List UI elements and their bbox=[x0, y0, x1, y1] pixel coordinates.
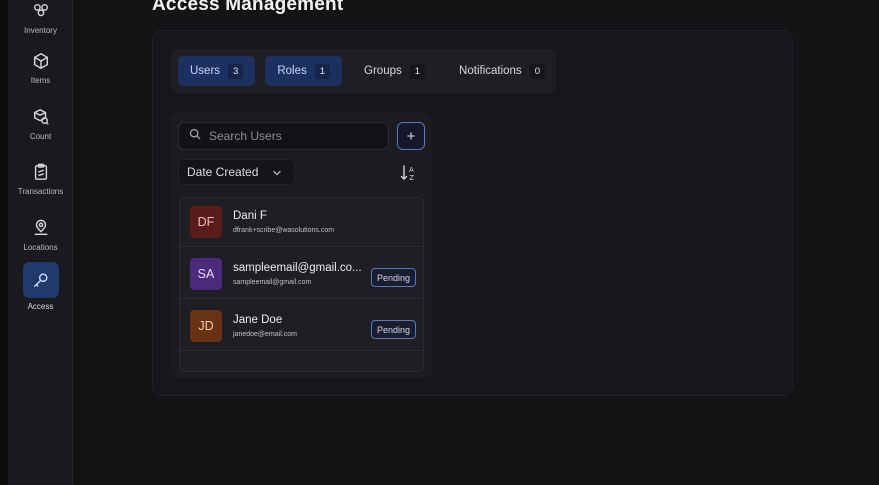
chevron-down-icon bbox=[272, 167, 282, 177]
tab-count-badge: 3 bbox=[228, 63, 244, 79]
tab-label: Groups bbox=[364, 65, 402, 77]
sidebar-item-label: Transactions bbox=[17, 187, 64, 196]
tab-count-badge: 0 bbox=[529, 63, 545, 79]
count-box-icon bbox=[30, 106, 52, 128]
sidebar-item-locations[interactable]: Locations bbox=[8, 217, 73, 252]
sidebar-item-items[interactable]: Items bbox=[8, 50, 73, 85]
tab-users[interactable]: Users 3 bbox=[178, 56, 256, 86]
sidebar: Inventory Items Count Transactions Locat bbox=[8, 0, 73, 485]
inventory-icon bbox=[30, 0, 52, 22]
sidebar-item-inventory[interactable]: Inventory bbox=[8, 0, 73, 35]
user-info: Dani F dfrank+scribe@wasolutions.com bbox=[233, 210, 363, 234]
svg-text:A: A bbox=[409, 166, 414, 174]
user-name: Jane Doe bbox=[233, 314, 283, 326]
sidebar-item-label: Count bbox=[29, 132, 52, 141]
avatar: JD bbox=[190, 310, 222, 342]
user-info: Jane Doe janedoe@email.com bbox=[233, 314, 363, 338]
search-icon bbox=[189, 127, 201, 145]
sidebar-item-count[interactable]: Count bbox=[8, 106, 73, 141]
tab-groups[interactable]: Groups 1 bbox=[352, 56, 437, 86]
access-active-highlight bbox=[22, 262, 59, 298]
user-email: dfrank+scribe@wasolutions.com bbox=[233, 227, 335, 234]
search-input[interactable] bbox=[209, 129, 379, 143]
user-row[interactable]: DF Dani F dfrank+scribe@wasolutions.com bbox=[180, 198, 423, 247]
avatar: DF bbox=[190, 206, 222, 238]
sidebar-item-transactions[interactable]: Transactions bbox=[8, 161, 73, 196]
status-badge: Pending bbox=[370, 320, 416, 339]
tab-roles[interactable]: Roles 1 bbox=[265, 56, 343, 86]
user-name: sampleemail@gmail.co... bbox=[233, 262, 362, 274]
user-email: janedoe@email.com bbox=[233, 331, 297, 338]
page-title: Access Management bbox=[152, 0, 344, 15]
sidebar-item-label: Locations bbox=[23, 243, 58, 252]
tab-count-badge: 1 bbox=[314, 63, 331, 79]
sidebar-item-label: Inventory bbox=[24, 26, 57, 35]
user-info: sampleemail@gmail.co... sampleemail@gmai… bbox=[233, 262, 363, 286]
search-field[interactable] bbox=[178, 122, 389, 150]
sidebar-item-access[interactable]: Access bbox=[8, 262, 73, 311]
sort-alpha-icon[interactable]: AZ bbox=[399, 163, 419, 183]
tab-count-badge: 1 bbox=[409, 63, 426, 79]
tab-notifications[interactable]: Notifications 0 bbox=[447, 56, 557, 86]
app-frame: Inventory Items Count Transactions Locat bbox=[8, 0, 879, 485]
user-name: Dani F bbox=[233, 210, 267, 222]
sort-select[interactable]: Date Created bbox=[178, 159, 295, 185]
user-row[interactable]: JD Jane Doe janedoe@email.com Pending bbox=[180, 302, 423, 351]
key-icon bbox=[30, 269, 52, 291]
clipboard-icon bbox=[30, 161, 52, 183]
user-list: DF Dani F dfrank+scribe@wasolutions.com … bbox=[179, 197, 424, 372]
map-pin-icon bbox=[30, 217, 52, 239]
tab-label: Notifications bbox=[459, 65, 522, 77]
cube-icon bbox=[30, 50, 52, 72]
avatar: SA bbox=[190, 258, 222, 290]
user-row[interactable]: SA sampleemail@gmail.co... sampleemail@g… bbox=[180, 250, 423, 299]
user-email: sampleemail@gmail.com bbox=[233, 279, 312, 286]
sidebar-item-label: Access bbox=[27, 302, 54, 311]
tab-bar: Users 3 Roles 1 Groups 1 Notifications 0 bbox=[171, 49, 556, 93]
tab-label: Roles bbox=[277, 65, 307, 77]
tab-label: Users bbox=[190, 65, 221, 77]
sidebar-item-label: Items bbox=[30, 76, 51, 85]
add-user-button[interactable]: + bbox=[397, 122, 425, 150]
status-badge: Pending bbox=[370, 268, 416, 287]
svg-text:Z: Z bbox=[409, 174, 414, 182]
sort-select-value: Date Created bbox=[187, 165, 259, 179]
